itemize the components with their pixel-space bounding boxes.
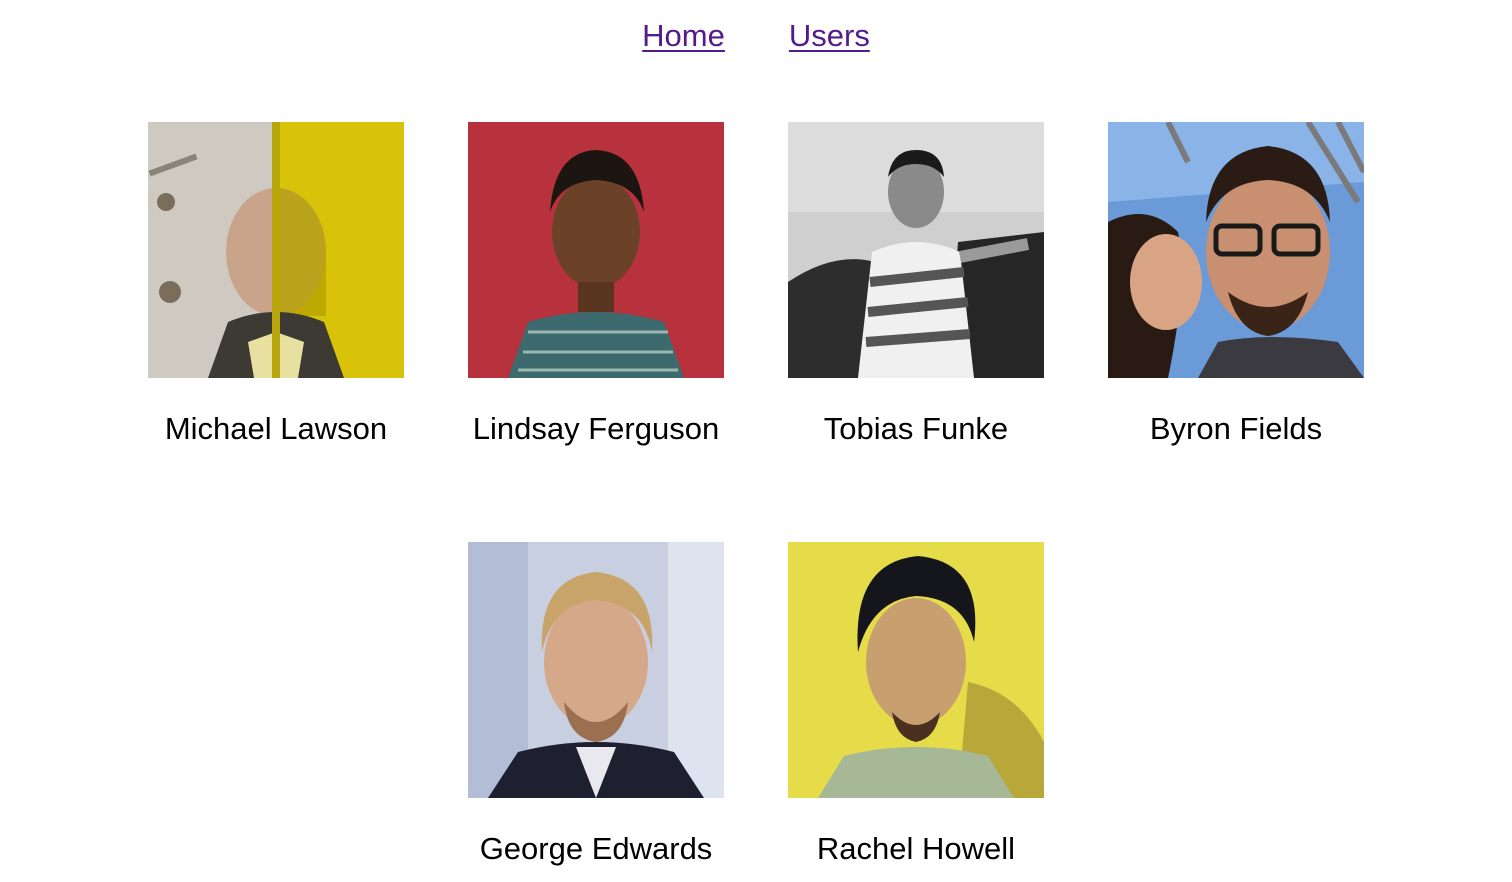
user-name: Tobias Funke [823,411,1009,446]
nav-link-users[interactable]: Users [789,18,870,54]
user-avatar[interactable] [1108,122,1364,378]
user-name: Michael Lawson [164,411,388,446]
user-avatar[interactable] [788,122,1044,378]
user-name: Byron Fields [1149,411,1323,446]
user-name: Rachel Howell [816,831,1016,866]
user-name: George Edwards [479,831,713,866]
user-avatar[interactable] [468,122,724,378]
user-avatar[interactable] [148,122,404,378]
user-name: Lindsay Ferguson [472,411,720,446]
user-avatar[interactable] [788,542,1044,798]
top-nav: Home Users [0,18,1512,54]
user-avatar[interactable] [468,542,724,798]
nav-link-home[interactable]: Home [642,18,725,54]
